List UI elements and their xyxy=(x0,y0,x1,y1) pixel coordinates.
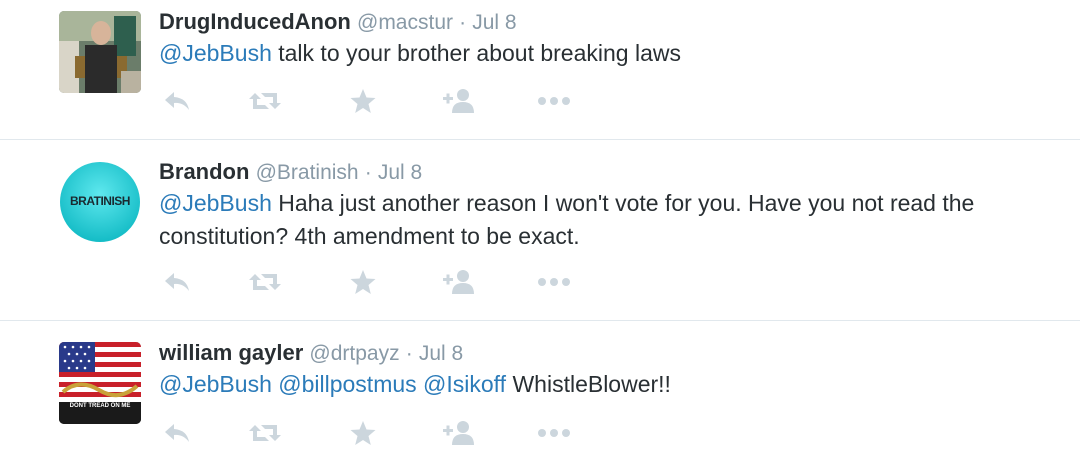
favorite-button[interactable] xyxy=(345,267,381,297)
separator: · xyxy=(459,11,467,34)
avatar[interactable]: DONT TREAD ON ME xyxy=(59,342,141,424)
follow-button[interactable] xyxy=(441,86,477,116)
retweet-button[interactable] xyxy=(247,418,283,448)
avatar-caption: DONT TREAD ON ME xyxy=(69,403,131,409)
favorite-icon xyxy=(349,269,377,295)
follow-button[interactable] xyxy=(441,267,477,297)
follow-icon xyxy=(442,88,476,114)
favorite-icon xyxy=(349,420,377,446)
retweet-icon xyxy=(248,89,282,113)
retweet-button[interactable] xyxy=(247,86,283,116)
more-button[interactable] xyxy=(536,267,572,297)
text-segment: WhistleBlower!! xyxy=(506,371,671,397)
favorite-button[interactable] xyxy=(345,86,381,116)
user-handle[interactable]: @macstur xyxy=(357,11,453,34)
tweet-text: @JebBush talk to your brother about brea… xyxy=(159,37,1039,70)
reply-button[interactable] xyxy=(159,418,195,448)
favorite-icon xyxy=(349,88,377,114)
tweet-date[interactable]: Jul 8 xyxy=(378,161,422,184)
retweet-icon xyxy=(248,421,282,445)
avatar-label: BRATINISH xyxy=(70,194,130,208)
user-handle[interactable]: @drtpayz xyxy=(309,342,399,365)
mention-link[interactable]: @Isikoff xyxy=(423,371,506,397)
separator: · xyxy=(364,161,372,184)
mention-link[interactable]: @JebBush xyxy=(159,40,272,66)
mention-link[interactable]: @JebBush xyxy=(159,371,272,397)
reply-icon xyxy=(162,421,192,445)
mention-link[interactable]: @billpostmus xyxy=(278,371,416,397)
reply-icon xyxy=(162,89,192,113)
avatar[interactable] xyxy=(59,11,141,93)
separator: · xyxy=(405,342,413,365)
user-fullname[interactable]: william gayler xyxy=(159,340,303,365)
reply-button[interactable] xyxy=(159,86,195,116)
text-segment: talk to your brother about breaking laws xyxy=(271,40,681,66)
more-icon xyxy=(537,96,571,106)
follow-icon xyxy=(442,269,476,295)
text-segment: Haha just another reason I won't vote fo… xyxy=(159,190,975,249)
user-fullname[interactable]: DrugInducedAnon xyxy=(159,9,351,34)
retweet-icon xyxy=(248,270,282,294)
more-button[interactable] xyxy=(536,418,572,448)
user-handle[interactable]: @Bratinish xyxy=(256,161,359,184)
follow-icon xyxy=(442,420,476,446)
more-icon xyxy=(537,428,571,438)
tweet: BRATINISH Brandon @Bratinish · Jul 8 @Je… xyxy=(0,140,1080,320)
user-fullname[interactable]: Brandon xyxy=(159,159,249,184)
more-icon xyxy=(537,277,571,287)
mention-link[interactable]: @JebBush xyxy=(159,190,272,216)
avatar[interactable]: BRATINISH xyxy=(59,161,141,243)
favorite-button[interactable] xyxy=(345,418,381,448)
reply-icon xyxy=(162,270,192,294)
tweet: DONT TREAD ON ME william gayler @drtpayz… xyxy=(0,321,1080,462)
tweet-text: @JebBush @billpostmus @Isikoff WhistleBl… xyxy=(159,368,1039,401)
retweet-button[interactable] xyxy=(247,267,283,297)
tweet-text: @JebBush Haha just another reason I won'… xyxy=(159,187,1039,253)
follow-button[interactable] xyxy=(441,418,477,448)
tweet: DrugInducedAnon @macstur · Jul 8 @JebBus… xyxy=(0,0,1080,139)
reply-button[interactable] xyxy=(159,267,195,297)
tweet-date[interactable]: Jul 8 xyxy=(472,11,516,34)
more-button[interactable] xyxy=(536,86,572,116)
tweet-date[interactable]: Jul 8 xyxy=(419,342,463,365)
